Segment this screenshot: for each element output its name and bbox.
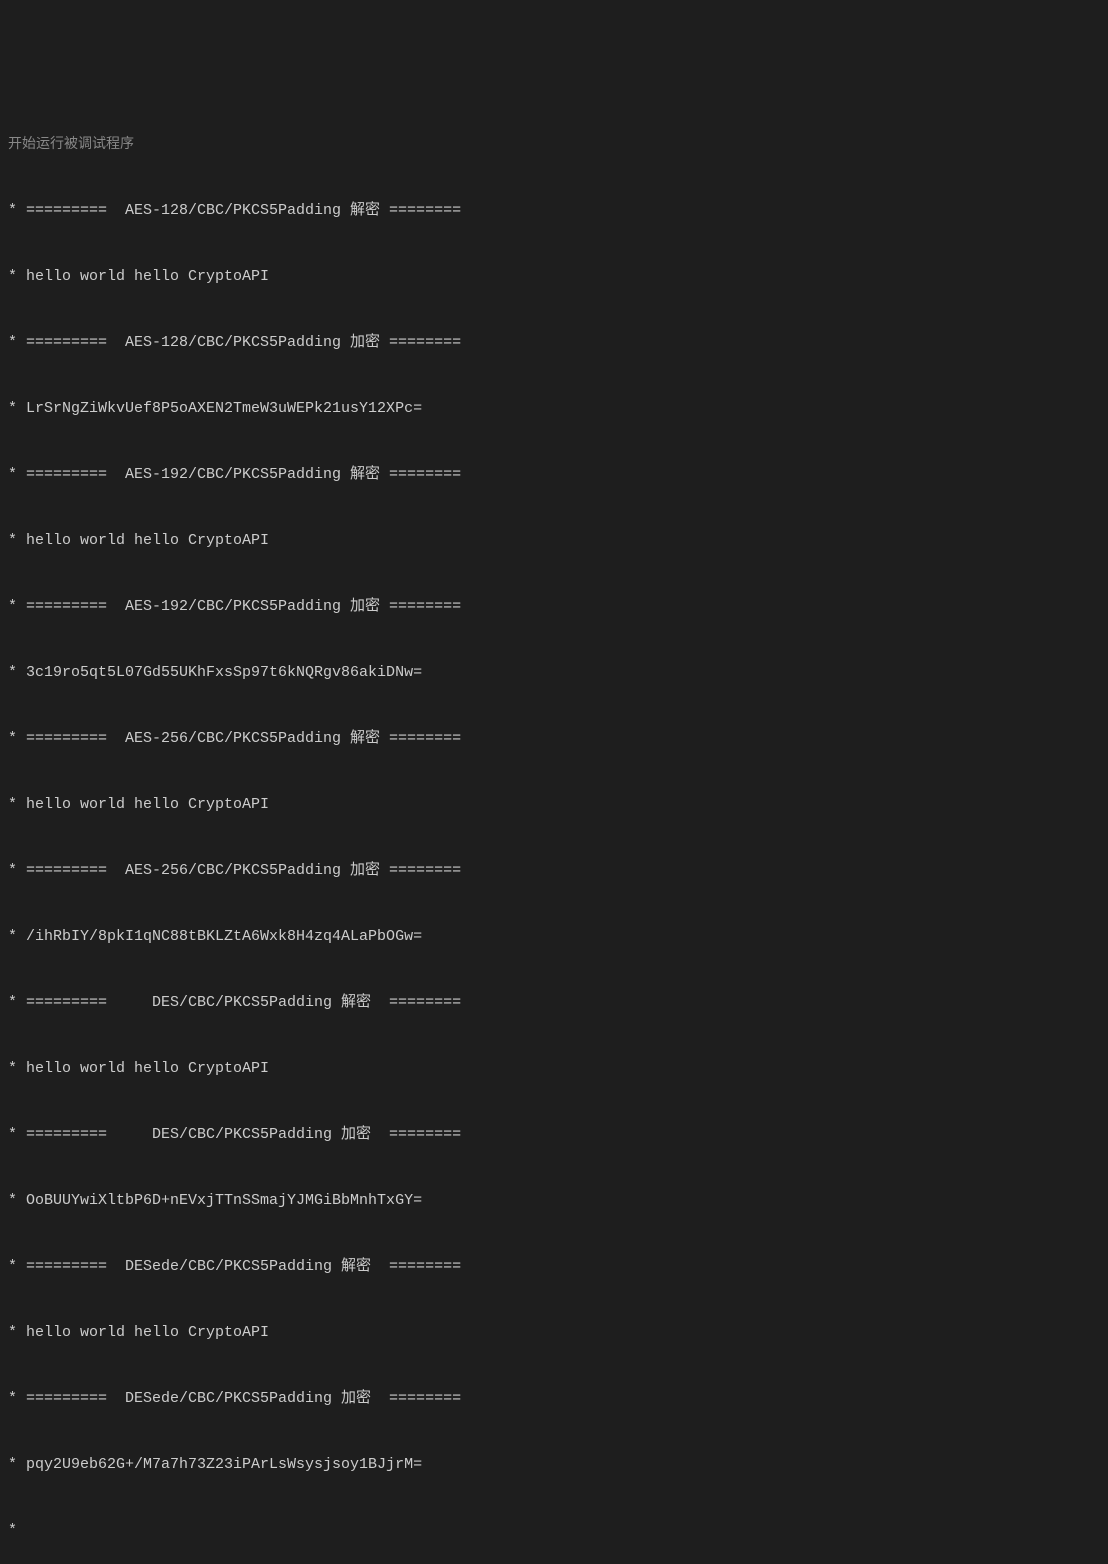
console-line: * ========= AES-256/CBC/PKCS5Padding 加密 …	[8, 860, 1100, 882]
console-line: * hello world hello CryptoAPI	[8, 530, 1100, 552]
console-line: * ========= DESede/CBC/PKCS5Padding 解密 =…	[8, 1256, 1100, 1278]
console-line: * LrSrNgZiWkvUef8P5oAXEN2TmeW3uWEPk21usY…	[8, 398, 1100, 420]
console-line: * hello world hello CryptoAPI	[8, 1058, 1100, 1080]
console-line: * hello world hello CryptoAPI	[8, 266, 1100, 288]
console-line: * ========= DES/CBC/PKCS5Padding 解密 ====…	[8, 992, 1100, 1014]
console-line: * hello world hello CryptoAPI	[8, 794, 1100, 816]
console-line: * OoBUUYwiXltbP6D+nEVxjTTnSSmajYJMGiBbMn…	[8, 1190, 1100, 1212]
console-line: * hello world hello CryptoAPI	[8, 1322, 1100, 1344]
console-line: * ========= AES-128/CBC/PKCS5Padding 解密 …	[8, 200, 1100, 222]
console-line: * ========= AES-192/CBC/PKCS5Padding 解密 …	[8, 464, 1100, 486]
console-line: * ========= AES-128/CBC/PKCS5Padding 加密 …	[8, 332, 1100, 354]
console-line: * ========= AES-256/CBC/PKCS5Padding 解密 …	[8, 728, 1100, 750]
console-line: * /ihRbIY/8pkI1qNC88tBKLZtA6Wxk8H4zq4ALa…	[8, 926, 1100, 948]
console-line: * ========= DES/CBC/PKCS5Padding 加密 ====…	[8, 1124, 1100, 1146]
console-line: * ========= DESede/CBC/PKCS5Padding 加密 =…	[8, 1388, 1100, 1410]
console-line: * 3c19ro5qt5L07Gd55UKhFxsSp97t6kNQRgv86a…	[8, 662, 1100, 684]
console-line: * ========= AES-192/CBC/PKCS5Padding 加密 …	[8, 596, 1100, 618]
console-line: * pqy2U9eb62G+/M7a7h73Z23iPArLsWsysjsoy1…	[8, 1454, 1100, 1476]
console-output: 开始运行被调试程序 * ========= AES-128/CBC/PKCS5P…	[8, 90, 1100, 1564]
console-line: *	[8, 1520, 1100, 1542]
header-line: 开始运行被调试程序	[8, 134, 1100, 156]
